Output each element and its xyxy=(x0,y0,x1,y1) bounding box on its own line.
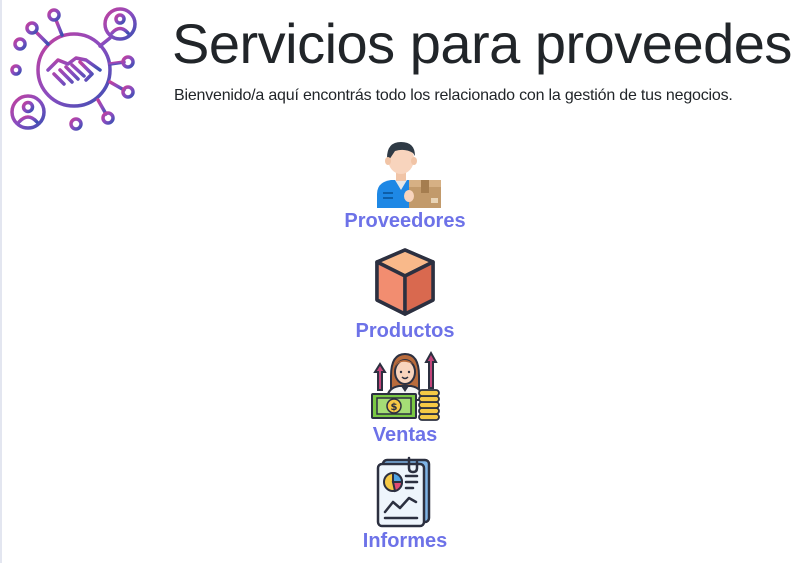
menu-item-label: Productos xyxy=(355,320,455,342)
menu-item-label: Proveedores xyxy=(344,210,466,232)
report-icon xyxy=(376,456,431,528)
supplier-icon xyxy=(377,142,441,208)
page: Servicios para proveedes Bienvenido/a aq… xyxy=(0,0,808,563)
menu-item-ventas[interactable]: $ Ventas xyxy=(315,350,495,447)
menu-item-label: Ventas xyxy=(372,424,438,446)
services-menu: Proveedores Productos $ Ventas Informes xyxy=(2,0,808,563)
menu-item-label: Informes xyxy=(362,530,448,552)
menu-item-productos[interactable]: Productos xyxy=(315,246,495,343)
product-box-icon xyxy=(375,248,435,316)
menu-item-proveedores[interactable]: Proveedores xyxy=(315,136,495,233)
menu-item-informes[interactable]: Informes xyxy=(315,456,495,553)
sales-icon: $ xyxy=(371,350,440,421)
svg-text:$: $ xyxy=(391,402,398,413)
